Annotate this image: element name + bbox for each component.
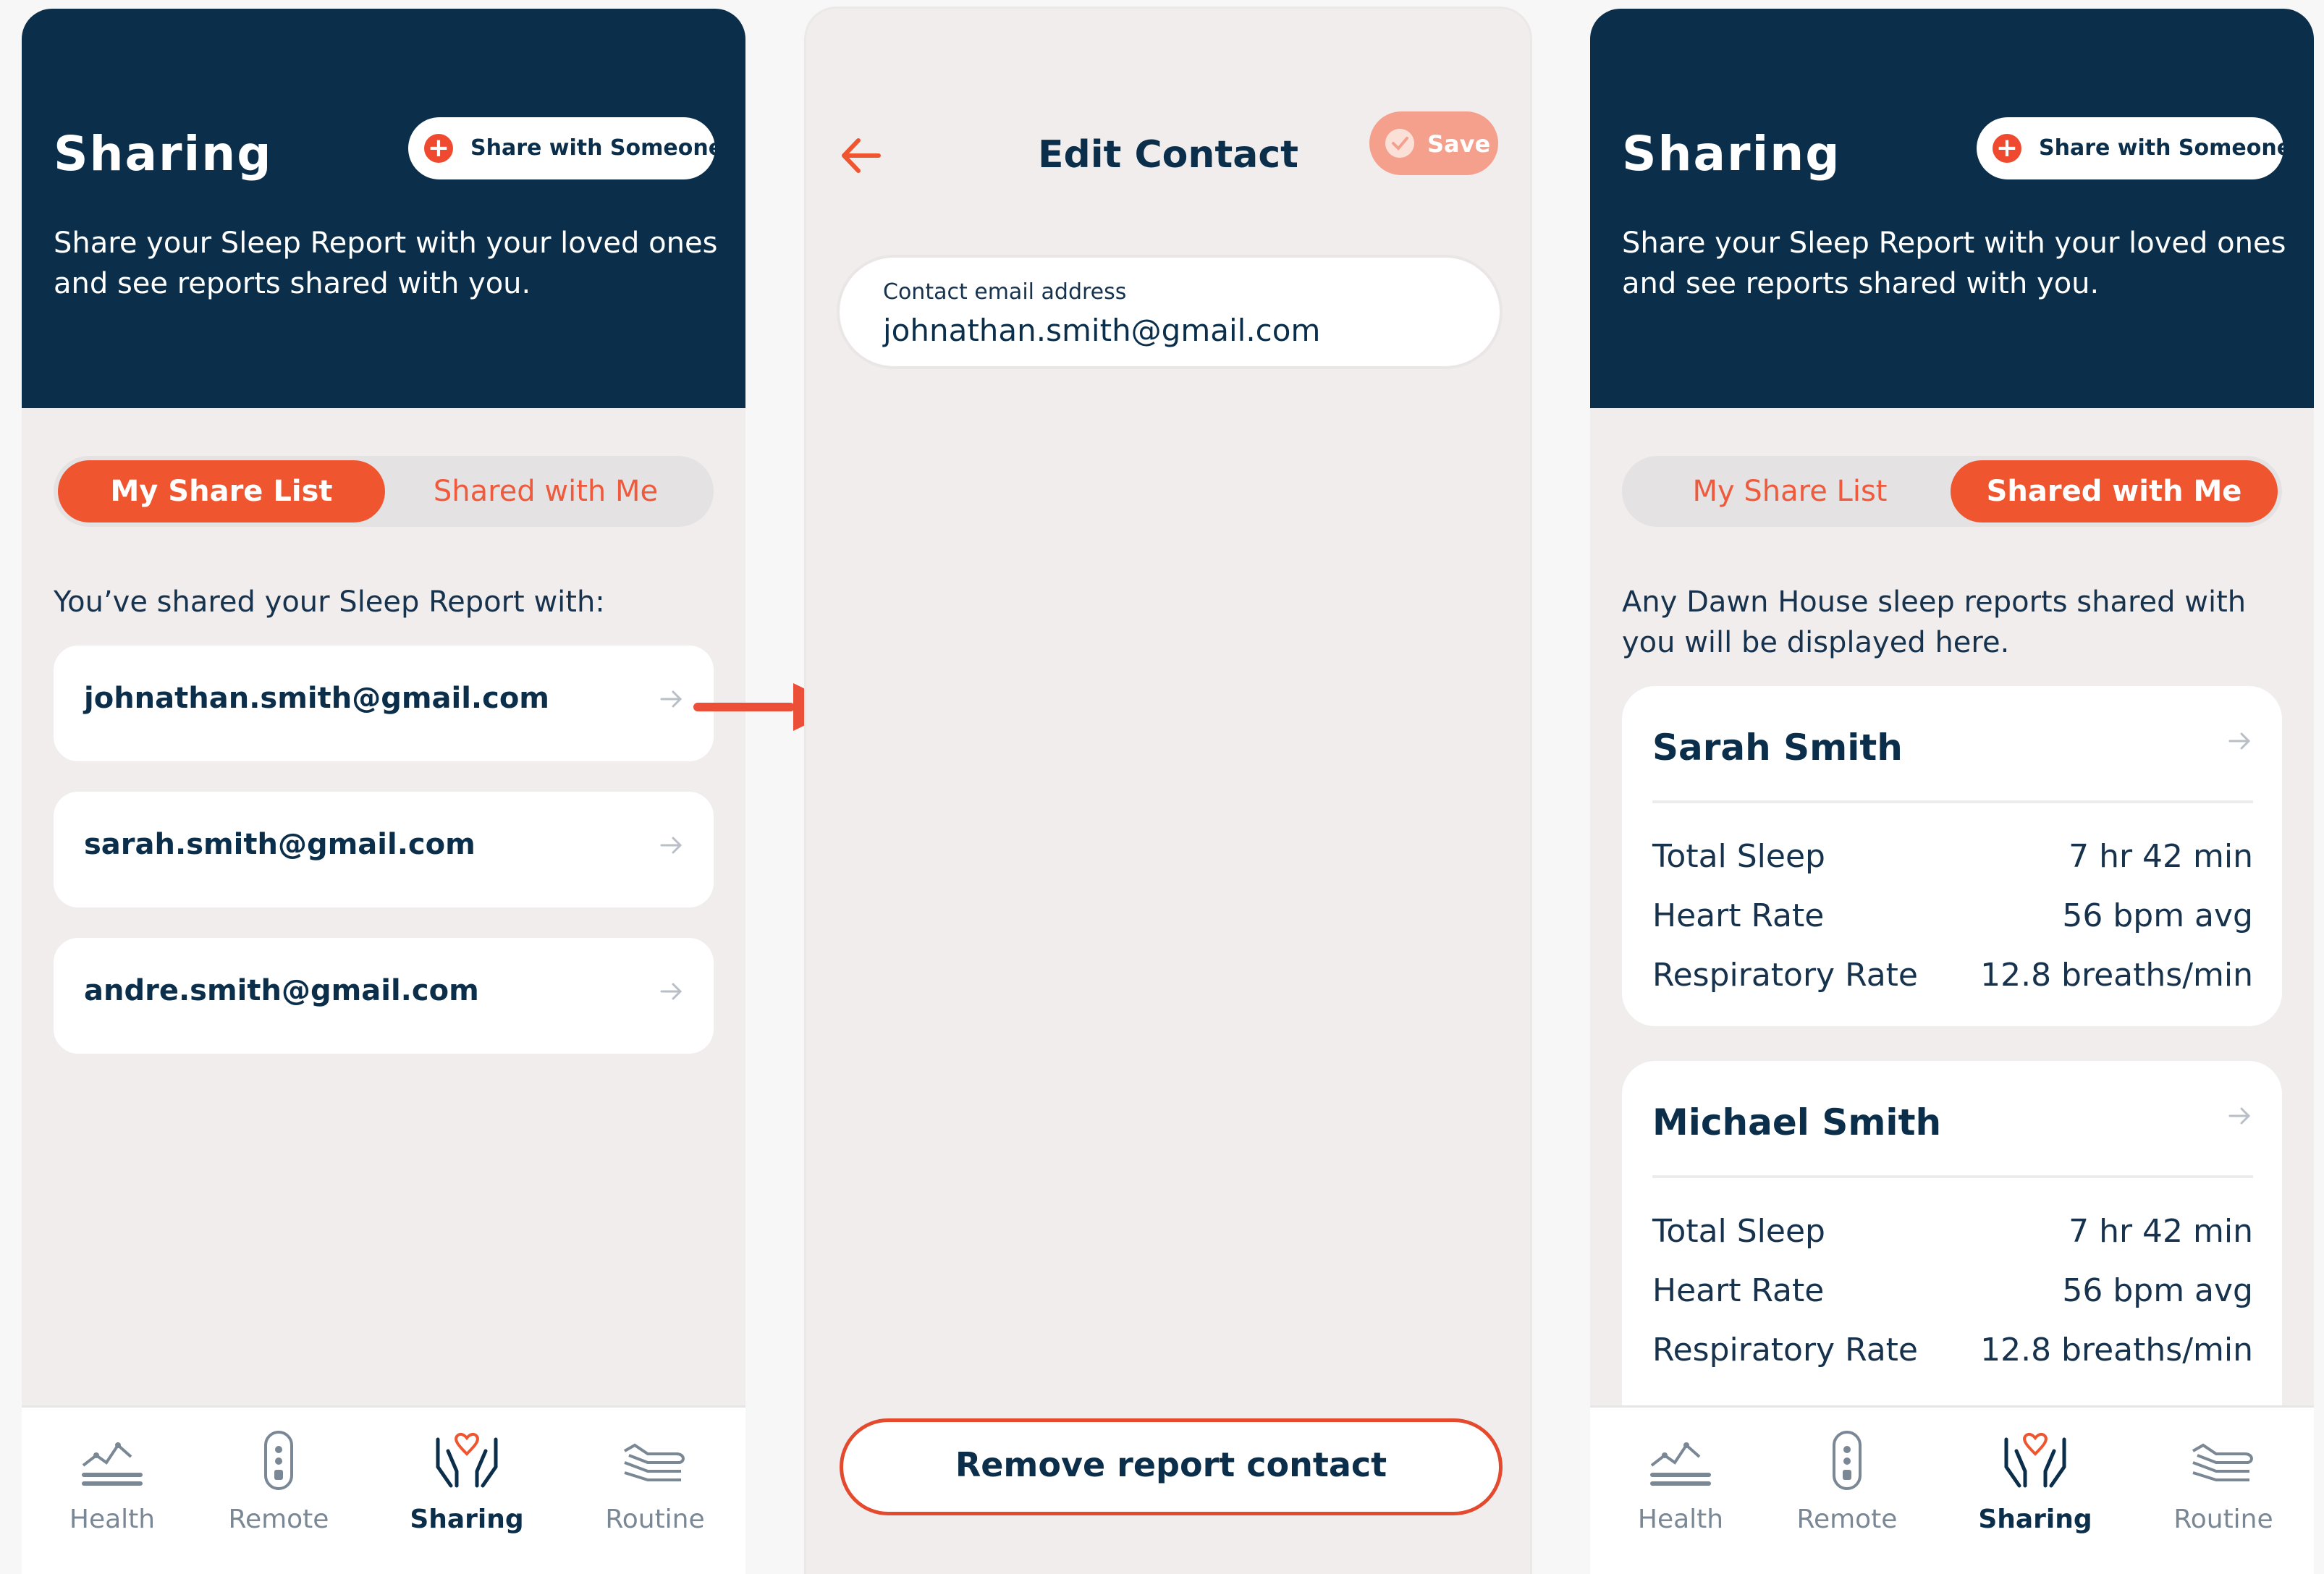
remove-report-contact-button[interactable]: Remove report contact: [840, 1418, 1503, 1515]
page-title: Sharing: [1622, 126, 1841, 182]
field-label: Contact email address: [883, 279, 1127, 305]
tab-my-share-list[interactable]: My Share List: [58, 460, 385, 522]
tab-label: Sharing: [410, 1505, 524, 1534]
sharing-hands-heart-icon: [436, 1432, 498, 1488]
card-divider: [1652, 1175, 2253, 1178]
metric-value: 7 hr 42 min: [2069, 838, 2253, 875]
field-value: johnathan.smith@gmail.com: [883, 313, 1321, 348]
metric-label: Heart Rate: [1652, 1272, 1825, 1309]
header-description: Share your Sleep Report with your loved …: [54, 227, 718, 300]
health-chart-icon: [82, 1442, 143, 1486]
contact-card[interactable]: johnathan.smith@gmail.com: [54, 646, 714, 761]
contact-card[interactable]: andre.smith@gmail.com: [54, 938, 714, 1054]
tab-my-share-list[interactable]: My Share List: [1626, 460, 1953, 522]
metric-label: Total Sleep: [1652, 1213, 1825, 1250]
plus-icon: +: [1993, 134, 2021, 163]
sharing-header: Sharing + Share with Someone Share your …: [22, 9, 745, 408]
tab-shared-with-me[interactable]: Shared with Me: [1951, 460, 2278, 522]
header-description: Share your Sleep Report with your loved …: [1622, 227, 2286, 300]
tab-routine[interactable]: Routine: [2133, 1408, 2314, 1574]
sharing-hands-heart-icon: [2004, 1432, 2066, 1488]
tab-label: Remote: [228, 1505, 329, 1534]
metric-row: Respiratory Rate 12.8 breaths/min: [1652, 957, 2253, 1000]
contact-email: andre.smith@gmail.com: [84, 974, 479, 1007]
tab-label: Sharing: [1978, 1505, 2092, 1534]
share-list-intro: You’ve shared your Sleep Report with:: [54, 585, 605, 619]
tab-label: Health: [1637, 1505, 1724, 1534]
remote-icon: [1833, 1431, 1862, 1490]
shared-with-me-intro: Any Dawn House sleep reports shared with…: [1622, 585, 2247, 659]
share-with-someone-button[interactable]: + Share with Someone: [408, 117, 723, 179]
metric-value: 12.8 breaths/min: [1980, 957, 2253, 994]
sharing-screen-shared-with-me: Sharing + Share with Someone Share your …: [1590, 9, 2314, 1574]
arrow-right-icon: [660, 837, 683, 854]
tab-remote[interactable]: Remote: [188, 1408, 369, 1574]
sharing-header: Sharing + Share with Someone Share your …: [1590, 9, 2314, 408]
contact-email-field[interactable]: Contact email address johnathan.smith@gm…: [840, 258, 1500, 366]
tab-health[interactable]: Health: [22, 1408, 203, 1574]
remove-label: Remove report contact: [955, 1445, 1387, 1484]
tab-shared-with-me[interactable]: Shared with Me: [382, 460, 709, 522]
sharing-screen-my-share-list: Sharing + Share with Someone Share your …: [22, 9, 745, 1574]
metric-row: Total Sleep 7 hr 42 min: [1652, 838, 2253, 881]
arrow-right-icon: [2228, 1107, 2251, 1125]
tab-label: Remote: [1796, 1505, 1898, 1534]
report-owner-name: Sarah Smith: [1652, 727, 1903, 769]
remote-icon: [264, 1431, 293, 1490]
metric-value: 56 bpm avg: [2062, 897, 2253, 934]
contact-card[interactable]: sarah.smith@gmail.com: [54, 792, 714, 907]
page-title: Sharing: [54, 126, 273, 182]
metric-value: 7 hr 42 min: [2069, 1213, 2253, 1250]
metric-label: Respiratory Rate: [1652, 957, 1918, 994]
metric-value: 12.8 breaths/min: [1980, 1332, 2253, 1368]
contact-email: johnathan.smith@gmail.com: [84, 682, 549, 715]
health-chart-icon: [1650, 1442, 1711, 1486]
edit-contact-screen: Edit Contact Save Contact email address …: [806, 9, 1530, 1574]
tab-sharing[interactable]: Sharing: [376, 1408, 557, 1574]
metric-row: Total Sleep 7 hr 42 min: [1652, 1213, 2253, 1256]
card-divider: [1652, 800, 2253, 803]
tab-label: Routine: [2173, 1505, 2273, 1534]
metric-label: Total Sleep: [1652, 838, 1825, 875]
share-with-someone-button[interactable]: + Share with Someone: [1977, 117, 2291, 179]
arrow-right-icon: [660, 690, 683, 708]
arrow-right-icon: [660, 983, 683, 1000]
shared-report-card[interactable]: Sarah Smith Total Sleep 7 hr 42 min Hear…: [1622, 686, 2282, 1026]
bottom-tab-bar: Health Remote Sharing Routine: [22, 1405, 745, 1574]
metric-row: Heart Rate 56 bpm avg: [1652, 1272, 2253, 1316]
arrow-right-icon: [2228, 732, 2251, 750]
metric-row: Respiratory Rate 12.8 breaths/min: [1652, 1332, 2253, 1375]
share-with-someone-label: Share with Someone: [2039, 135, 2292, 161]
share-tabs: My Share List Shared with Me: [1622, 456, 2282, 527]
shared-report-card[interactable]: Michael Smith Total Sleep 7 hr 42 min He…: [1622, 1061, 2282, 1437]
metric-value: 56 bpm avg: [2062, 1272, 2253, 1309]
tab-health[interactable]: Health: [1590, 1408, 1771, 1574]
tab-remote[interactable]: Remote: [1757, 1408, 1938, 1574]
report-owner-name: Michael Smith: [1652, 1101, 1942, 1143]
metric-row: Heart Rate 56 bpm avg: [1652, 897, 2253, 941]
save-label: Save: [1427, 130, 1491, 158]
tab-label: Routine: [605, 1505, 705, 1534]
checkmark-icon: [1385, 129, 1414, 158]
routine-bed-icon: [2192, 1443, 2253, 1481]
share-tabs: My Share List Shared with Me: [54, 456, 714, 527]
metric-label: Respiratory Rate: [1652, 1332, 1918, 1368]
routine-bed-icon: [624, 1443, 685, 1481]
save-button[interactable]: Save: [1369, 111, 1498, 175]
bottom-tab-bar: Health Remote Sharing Routine: [1590, 1405, 2314, 1574]
tab-sharing[interactable]: Sharing: [1945, 1408, 2126, 1574]
tab-routine[interactable]: Routine: [565, 1408, 745, 1574]
contact-email: sarah.smith@gmail.com: [84, 828, 476, 861]
tab-label: Health: [69, 1505, 156, 1534]
plus-icon: +: [424, 134, 453, 163]
metric-label: Heart Rate: [1652, 897, 1825, 934]
share-with-someone-label: Share with Someone: [470, 135, 724, 161]
